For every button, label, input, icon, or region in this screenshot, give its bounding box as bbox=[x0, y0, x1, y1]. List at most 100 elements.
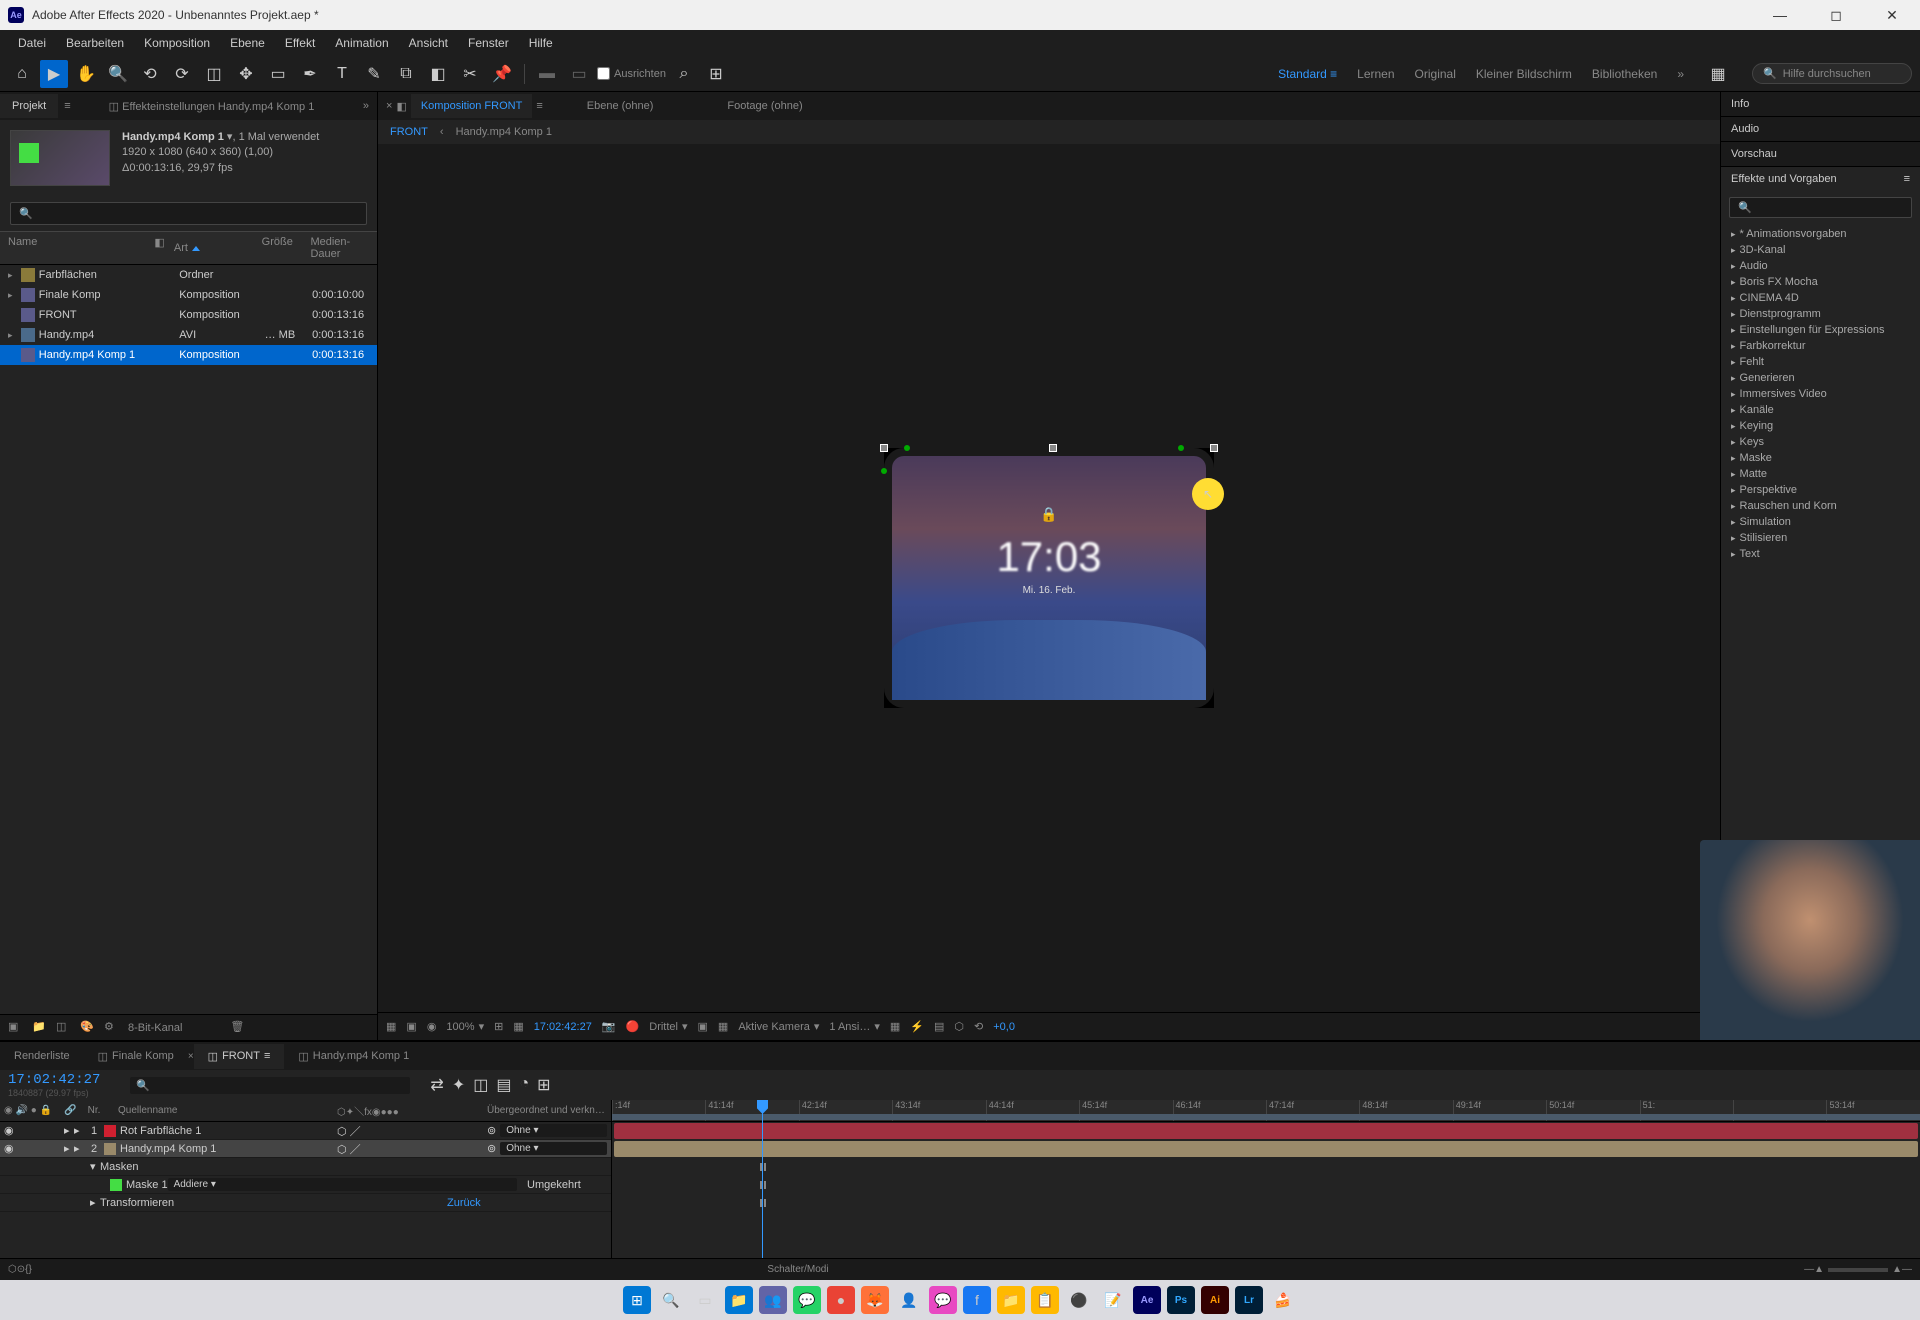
new-folder-icon[interactable]: 📁 bbox=[32, 1020, 48, 1036]
tab-renderlist[interactable]: Renderliste bbox=[0, 1044, 84, 1068]
tab-front[interactable]: ◫ FRONT ≡ bbox=[194, 1044, 285, 1069]
eraser-tool[interactable]: ◧ bbox=[424, 60, 452, 88]
effects-category[interactable]: ▸ Kanäle bbox=[1721, 402, 1920, 418]
ai-icon[interactable]: Ai bbox=[1201, 1286, 1229, 1314]
effects-category[interactable]: ▸ Maske bbox=[1721, 450, 1920, 466]
interpret-footage-icon[interactable]: ▣ bbox=[8, 1020, 24, 1036]
workspace-lernen[interactable]: Lernen bbox=[1357, 67, 1394, 81]
text-tool[interactable]: T bbox=[328, 60, 356, 88]
timeline-layer[interactable]: ◉▸▸2Handy.mp4 Komp 1⬡ ／⊚ Ohne ▾ bbox=[0, 1140, 611, 1158]
hand-tool[interactable]: ✋ bbox=[72, 60, 100, 88]
panel-menu-icon[interactable]: ≡ bbox=[58, 100, 76, 112]
crumb-front[interactable]: FRONT bbox=[390, 126, 428, 138]
trash-icon[interactable]: 🗑 bbox=[230, 1020, 246, 1036]
snap-tool[interactable]: ⌕ bbox=[670, 60, 698, 88]
effects-category[interactable]: ▸ Rauschen und Korn bbox=[1721, 498, 1920, 514]
col-type[interactable]: Art bbox=[174, 236, 262, 260]
obs-icon[interactable]: ⚫ bbox=[1065, 1286, 1093, 1314]
alpha-icon[interactable]: ▦ bbox=[386, 1020, 396, 1033]
zoom-in-icon[interactable]: ▲— bbox=[1892, 1264, 1912, 1275]
home-tool[interactable]: ⌂ bbox=[8, 60, 36, 88]
channel-icon[interactable]: ▣ bbox=[406, 1020, 416, 1033]
effects-category[interactable]: ▸ Generieren bbox=[1721, 370, 1920, 386]
camera-tool[interactable]: ◫ bbox=[200, 60, 228, 88]
selection-tool[interactable]: ▶ bbox=[40, 60, 68, 88]
selection-handle[interactable] bbox=[880, 444, 888, 452]
firefox-icon[interactable]: 🦊 bbox=[861, 1286, 889, 1314]
tl-icon-3[interactable]: ◫ bbox=[473, 1075, 488, 1095]
transparency-icon[interactable]: ▦ bbox=[718, 1020, 728, 1033]
transform-reset[interactable]: Zurück bbox=[447, 1197, 607, 1209]
fast-preview-icon[interactable]: ⚡ bbox=[910, 1020, 924, 1033]
help-search[interactable]: 🔍 Hilfe durchsuchen bbox=[1752, 63, 1912, 84]
tl-icon-4[interactable]: ▤ bbox=[496, 1075, 511, 1095]
puppet-tool[interactable]: 📌 bbox=[488, 60, 516, 88]
facebook-icon[interactable]: f bbox=[963, 1286, 991, 1314]
tab-effect-controls[interactable]: ◫ Effekteinstellungen Handy.mp4 Komp 1 bbox=[97, 94, 327, 119]
project-row[interactable]: ▸FarbflächenOrdner bbox=[0, 265, 377, 285]
effects-category[interactable]: ▸ Dienstprogramm bbox=[1721, 306, 1920, 322]
tl-footer-label[interactable]: Schalter/Modi bbox=[767, 1264, 828, 1275]
orbit-tool[interactable]: ⟲ bbox=[136, 60, 164, 88]
menu-hilfe[interactable]: Hilfe bbox=[519, 32, 563, 54]
menu-effekt[interactable]: Effekt bbox=[275, 32, 325, 54]
mask-mode-dropdown[interactable]: Addiere ▾ bbox=[168, 1178, 517, 1191]
anchor-tool[interactable]: ✥ bbox=[232, 60, 260, 88]
mask-keyframe[interactable] bbox=[760, 1181, 766, 1189]
task-view[interactable]: ▭ bbox=[691, 1286, 719, 1314]
crumb-handy[interactable]: Handy.mp4 Komp 1 bbox=[456, 126, 552, 138]
project-row[interactable]: ▸Finale KompKomposition0:00:10:00 bbox=[0, 285, 377, 305]
col-duration[interactable]: Medien-Dauer bbox=[310, 236, 369, 260]
comp-viewer[interactable]: 🔒 17:03 Mi. 16. Feb. ↖ bbox=[378, 144, 1720, 1012]
workspace-kleiner[interactable]: Kleiner Bildschirm bbox=[1476, 67, 1572, 81]
workspace-bibliotheken[interactable]: Bibliotheken bbox=[1592, 67, 1657, 81]
col-name[interactable]: Name bbox=[8, 236, 154, 260]
exposure-reset-icon[interactable]: ⟲ bbox=[974, 1020, 983, 1033]
mask-keyframe[interactable] bbox=[760, 1199, 766, 1207]
sub-mask1[interactable]: Maske 1 bbox=[126, 1179, 168, 1191]
timeline-timecode[interactable]: 17:02:42:27 bbox=[8, 1072, 100, 1088]
zoom-out-icon[interactable]: —▲ bbox=[1804, 1264, 1824, 1275]
zoom-dropdown[interactable]: 100% ▾ bbox=[446, 1020, 484, 1033]
effects-category[interactable]: ▸ Keys bbox=[1721, 434, 1920, 450]
align-checkbox[interactable] bbox=[597, 67, 610, 80]
menu-fenster[interactable]: Fenster bbox=[458, 32, 519, 54]
effects-category[interactable]: ▸ Einstellungen für Expressions bbox=[1721, 322, 1920, 338]
maximize-button[interactable]: ◻ bbox=[1816, 0, 1856, 30]
panel-effects[interactable]: Effekte und Vorgaben≡ bbox=[1721, 167, 1920, 191]
shape-stroke[interactable]: ▭ bbox=[565, 60, 593, 88]
brush-tool[interactable]: ✎ bbox=[360, 60, 388, 88]
snapshot-icon[interactable]: 📷 bbox=[602, 1020, 616, 1033]
mask-color[interactable] bbox=[110, 1179, 122, 1191]
tl-icon-2[interactable]: ✦ bbox=[452, 1075, 465, 1095]
mask-keyframe[interactable] bbox=[760, 1163, 766, 1171]
mask-vertex[interactable] bbox=[881, 468, 887, 474]
menu-bearbeiten[interactable]: Bearbeiten bbox=[56, 32, 134, 54]
col-parent[interactable]: Übergeordnet und verkn… bbox=[487, 1105, 607, 1116]
menu-ansicht[interactable]: Ansicht bbox=[399, 32, 458, 54]
tl-icon-6[interactable]: ⊞ bbox=[537, 1075, 550, 1095]
exposure-value[interactable]: +0,0 bbox=[993, 1021, 1015, 1033]
tab-project[interactable]: Projekt bbox=[0, 94, 58, 118]
tl-icon-1[interactable]: ⇄ bbox=[430, 1075, 443, 1095]
effects-category[interactable]: ▸ Farbkorrektur bbox=[1721, 338, 1920, 354]
lr-icon[interactable]: Lr bbox=[1235, 1286, 1263, 1314]
views-dropdown[interactable]: 1 Ansi… ▾ bbox=[829, 1020, 880, 1033]
adjust-icon-1[interactable]: 🎨 bbox=[80, 1020, 96, 1036]
explorer-icon[interactable]: 📁 bbox=[725, 1286, 753, 1314]
effects-category[interactable]: ▸ * Animationsvorgaben bbox=[1721, 226, 1920, 242]
shape-fill[interactable]: ▬ bbox=[533, 60, 561, 88]
panel-info[interactable]: Info bbox=[1721, 92, 1920, 116]
effects-category[interactable]: ▸ 3D-Kanal bbox=[1721, 242, 1920, 258]
snap-grid-tool[interactable]: ⊞ bbox=[702, 60, 730, 88]
tab-overflow[interactable]: » bbox=[355, 100, 377, 112]
col-sourcename[interactable]: Quellenname bbox=[118, 1105, 337, 1116]
roto-tool[interactable]: ✂ bbox=[456, 60, 484, 88]
region-icon[interactable]: ▣ bbox=[698, 1020, 708, 1033]
col-size[interactable]: Größe bbox=[262, 236, 311, 260]
bpc-label[interactable]: 8-Bit-Kanal bbox=[128, 1022, 182, 1034]
effects-category[interactable]: ▸ Audio bbox=[1721, 258, 1920, 274]
project-search[interactable]: 🔍 bbox=[10, 202, 367, 225]
ae-icon[interactable]: Ae bbox=[1133, 1286, 1161, 1314]
tl-footer-icon-2[interactable]: ⊙ bbox=[17, 1264, 25, 1275]
